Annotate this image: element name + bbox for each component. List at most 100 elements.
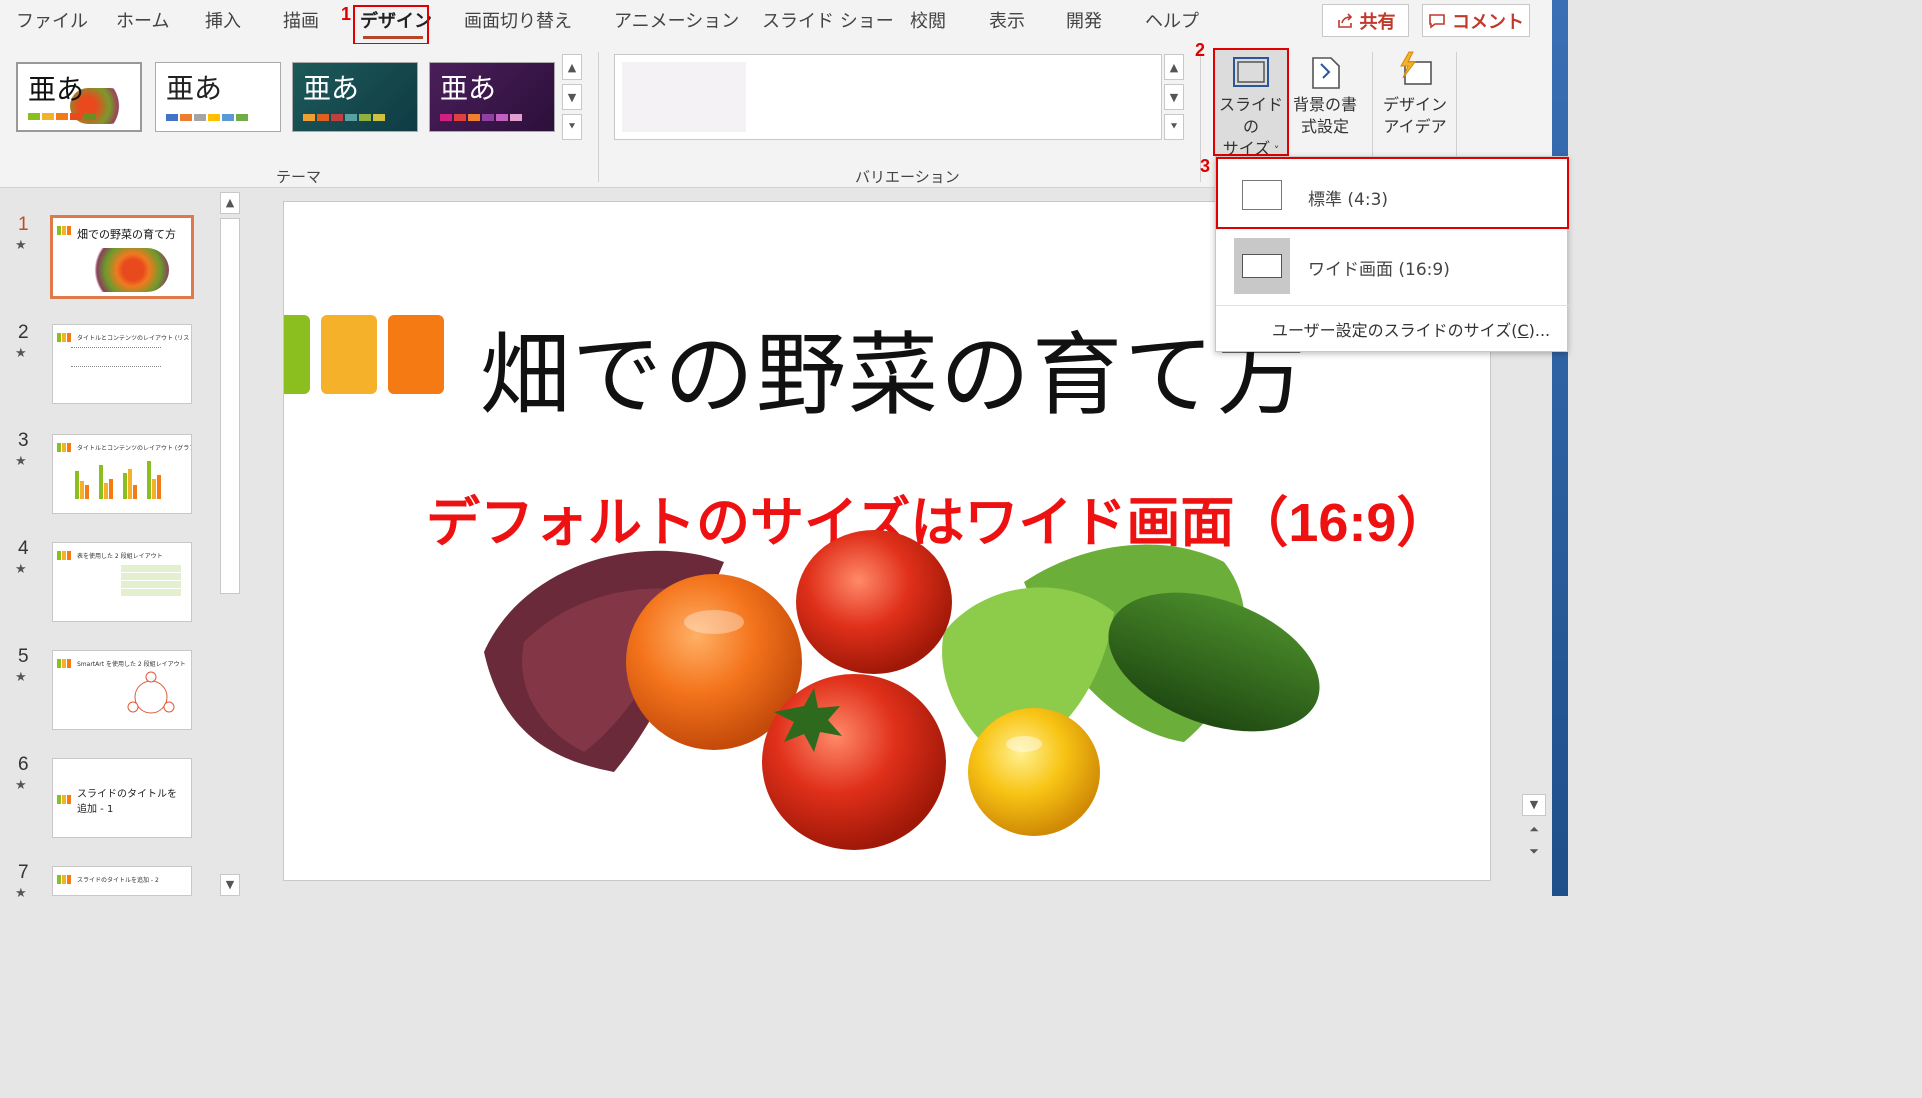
- next-slide-icon[interactable]: ⏷: [1522, 844, 1546, 864]
- tab-developer[interactable]: 開発: [1066, 8, 1102, 36]
- tab-insert[interactable]: 挿入: [205, 8, 241, 36]
- format-background-label-1: 背景の書: [1292, 95, 1357, 114]
- slide-thumbnail-pane: 1 ★ 畑での野菜の育て方 2 ★ タイトルとコンテンツのレイアウト (リスト)…: [0, 188, 246, 901]
- highlight-design-tab: [353, 5, 429, 45]
- theme-sample-text: 亜あ: [28, 73, 85, 106]
- custom-size-suffix: )...: [1528, 321, 1551, 340]
- scroll-thumb[interactable]: [220, 218, 240, 594]
- accent-square-yellow: [321, 315, 377, 394]
- tab-view[interactable]: 表示: [989, 8, 1025, 36]
- slide-thumb-title: 畑での野菜の育て方: [77, 228, 176, 241]
- desktop-edge: [1552, 0, 1568, 896]
- slide-number: 4: [18, 538, 29, 559]
- tab-slideshow[interactable]: スライド ショー: [762, 8, 894, 36]
- share-icon: [1337, 12, 1352, 28]
- format-background-button[interactable]: 背景の書 式設定: [1290, 50, 1360, 138]
- comment-icon: [1429, 13, 1445, 29]
- tab-transitions[interactable]: 画面切り替え: [464, 8, 572, 36]
- accent-squares: [57, 875, 71, 884]
- comment-label: コメント: [1452, 11, 1524, 33]
- slide-number: 1: [18, 214, 29, 235]
- slide-thumb-title: 表を使用した 2 段組レイアウト: [77, 553, 163, 560]
- accent-squares: [57, 795, 71, 804]
- scroll-down-arrow-icon[interactable]: ▼: [1522, 794, 1546, 816]
- star-icon: ★: [15, 778, 27, 793]
- vegetable-thumb-image: [79, 248, 169, 292]
- slide-number: 5: [18, 646, 29, 667]
- tab-file[interactable]: ファイル: [16, 8, 88, 36]
- slide-thumbnail-4[interactable]: 表を使用した 2 段組レイアウト: [52, 542, 192, 622]
- theme-option-current[interactable]: 亜あ: [16, 62, 142, 132]
- tab-help[interactable]: ヘルプ: [1145, 8, 1199, 36]
- comment-button[interactable]: コメント: [1422, 4, 1530, 37]
- star-icon: ★: [15, 670, 27, 685]
- tab-animations[interactable]: アニメーション: [614, 8, 739, 36]
- design-ideas-button[interactable]: デザイン アイデア: [1380, 50, 1450, 138]
- slide-number: 2: [18, 322, 29, 343]
- mini-table: [121, 565, 181, 597]
- themes-more-button[interactable]: ⯆: [562, 114, 582, 140]
- menu-item-custom-size[interactable]: ユーザー設定のスライドのサイズ(C)...: [1272, 317, 1550, 341]
- theme-option-office[interactable]: 亜あ: [155, 62, 281, 132]
- share-label: 共有: [1359, 11, 1396, 33]
- theme-option-teal[interactable]: 亜あ: [292, 62, 418, 132]
- themes-scroll-up[interactable]: ▲: [562, 54, 582, 80]
- theme-option-purple[interactable]: 亜あ: [429, 62, 555, 132]
- custom-size-label: ユーザー設定のスライドのサイズ(: [1272, 321, 1518, 340]
- star-icon: ★: [15, 886, 27, 901]
- scroll-up-arrow-icon[interactable]: ▲: [220, 192, 240, 214]
- design-ideas-label-1: デザイン: [1382, 95, 1447, 114]
- step-3-label: 3: [1200, 156, 1211, 176]
- star-icon: ★: [15, 454, 27, 469]
- thumbnail-scrollbar[interactable]: ▲ ▼: [218, 188, 242, 896]
- step-2-label: 2: [1195, 40, 1206, 60]
- slide-thumbnail-2[interactable]: タイトルとコンテンツのレイアウト (リスト): [52, 324, 192, 404]
- slide-thumb-title: SmartArt を使用した 2 段組レイアウト: [77, 661, 186, 668]
- menu-item-widescreen-label: ワイド画面 (16:9): [1308, 260, 1450, 280]
- star-icon: ★: [15, 562, 27, 577]
- slide-number: 7: [18, 862, 29, 883]
- variations-scroll-down[interactable]: ▼: [1164, 84, 1184, 110]
- previous-slide-icon[interactable]: ⏶: [1522, 822, 1546, 842]
- format-background-label-2: 式設定: [1300, 117, 1349, 136]
- mini-bar-chart: [75, 461, 161, 499]
- slide-thumb-title: タイトルとコンテンツのレイアウト (グラフ): [77, 445, 192, 452]
- tab-draw[interactable]: 描画: [283, 8, 319, 36]
- slide-thumbnail-1[interactable]: 畑での野菜の育て方: [50, 215, 194, 299]
- slide-thumb-title: スライドのタイトルを追加 - 1: [77, 789, 177, 815]
- highlight-slide-size: [1213, 48, 1289, 156]
- slide-number: 3: [18, 430, 29, 451]
- themes-group-label: テーマ: [276, 168, 322, 186]
- accent-squares: [57, 659, 71, 668]
- variations-scroll-up[interactable]: ▲: [1164, 54, 1184, 80]
- custom-size-accesskey: C: [1517, 321, 1529, 340]
- menu-item-widescreen[interactable]: ワイド画面 (16:9): [1216, 231, 1569, 301]
- slide-thumbnail-6[interactable]: スライドのタイトルを追加 - 1: [52, 758, 192, 838]
- group-separator: [598, 52, 599, 182]
- slide-thumbnail-5[interactable]: SmartArt を使用した 2 段組レイアウト: [52, 650, 192, 730]
- tab-review[interactable]: 校閲: [910, 8, 946, 36]
- highlight-standard: [1216, 157, 1569, 229]
- variations-gallery[interactable]: [614, 54, 1162, 140]
- slide-thumbnail-3[interactable]: タイトルとコンテンツのレイアウト (グラフ): [52, 434, 192, 514]
- slide-title[interactable]: 畑での野菜の育て方: [480, 302, 1308, 432]
- themes-scroll-down[interactable]: ▼: [562, 84, 582, 110]
- bullet-lines: [71, 347, 161, 367]
- slide-number: 6: [18, 754, 29, 775]
- share-button[interactable]: 共有: [1322, 4, 1409, 37]
- vegetable-photo: [484, 530, 1320, 850]
- variations-more-button[interactable]: ⯆: [1164, 114, 1184, 140]
- star-icon: ★: [15, 346, 27, 361]
- step-1-label: 1: [341, 4, 352, 24]
- slide-thumbnail-7[interactable]: スライドのタイトルを追加 - 2: [52, 866, 192, 896]
- theme-color-bars: [440, 114, 522, 121]
- tab-home[interactable]: ホーム: [116, 8, 169, 36]
- variations-group-label: バリエーション: [855, 168, 960, 186]
- menu-divider: [1216, 305, 1569, 306]
- variation-placeholder[interactable]: [622, 62, 746, 132]
- slide-thumb-title: スライドのタイトルを追加 - 2: [77, 877, 159, 884]
- menu-bar: ファイル ホーム 挿入 描画 デザイン 画面切り替え アニメーション スライド …: [0, 0, 1568, 45]
- star-icon: ★: [15, 238, 27, 253]
- scroll-down-arrow-icon[interactable]: ▼: [220, 874, 240, 896]
- lightning-icon: [1393, 50, 1437, 92]
